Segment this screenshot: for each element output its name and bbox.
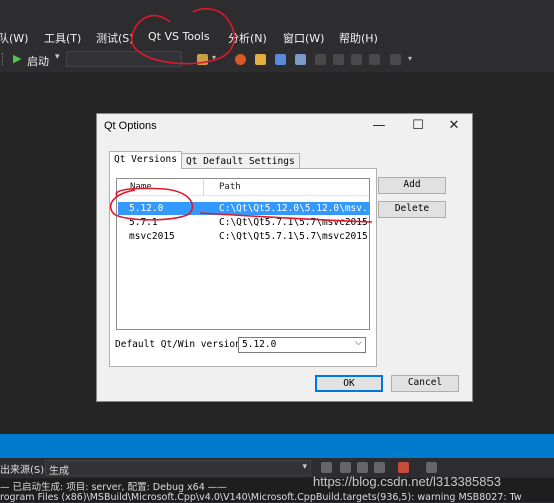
chevron-down-icon[interactable]: ▾	[302, 462, 307, 472]
cancel-button[interactable]: Cancel	[391, 375, 459, 392]
bookmark-icon[interactable]	[369, 54, 380, 65]
next-message-icon[interactable]	[357, 462, 368, 473]
qt-linguist-icon[interactable]	[275, 54, 286, 65]
table-row[interactable]: msvc2015 C:\Qt\Qt5.7.1\5.7\msvc2015	[118, 230, 369, 243]
clear-all-icon[interactable]	[398, 462, 409, 473]
qt-options-dialog: Qt Options — ☐ ✕ Qt Versions Qt Default …	[96, 113, 473, 402]
tab-qt-versions[interactable]: Qt Versions	[109, 151, 182, 169]
ok-button[interactable]: OK	[315, 375, 383, 392]
maximize-button[interactable]: ☐	[408, 117, 428, 135]
find-message-icon[interactable]	[321, 462, 332, 473]
output-source-label: 出来源(S):	[0, 465, 48, 476]
tab-qt-default-settings[interactable]: Qt Default Settings	[181, 153, 300, 169]
version-name: 5.7.1	[129, 217, 158, 228]
up-icon[interactable]	[374, 462, 385, 473]
close-button[interactable]: ✕	[444, 117, 464, 135]
overflow-icon[interactable]: ▾	[408, 54, 412, 63]
output-source-select[interactable]: 生成 ▾	[45, 460, 311, 477]
version-path: C:\Qt\Qt5.7.1\5.7\msvc2015	[219, 231, 368, 242]
default-version-label: Default Qt/Win version:	[115, 339, 247, 350]
version-name: 5.12.0	[129, 203, 164, 214]
tool-window-tabs	[0, 434, 554, 458]
version-path: C:\Qt\Qt5.7.1\5.7\msvc2015	[219, 217, 368, 228]
toolbar-grip	[2, 53, 8, 65]
start-dropdown-icon[interactable]: ▾	[55, 52, 60, 62]
folder-icon[interactable]	[197, 54, 208, 65]
menu-test[interactable]: 测试(S)	[96, 30, 134, 46]
table-row[interactable]: 5.7.1 C:\Qt\Qt5.7.1\5.7\msvc2015	[118, 216, 369, 229]
menu-tools[interactable]: 工具(T)	[44, 30, 81, 46]
output-source-value: 生成	[49, 466, 69, 477]
menu-qt-vs-tools[interactable]: Qt VS Tools	[148, 30, 210, 43]
versions-table[interactable]: Name Path 5.12.0 C:\Qt\Qt5.12.0\5.12.0\m…	[116, 178, 370, 330]
output-line: rogram Files (x86)\MSBuild\Microsoft.Cpp…	[0, 492, 522, 503]
chevron-down-icon[interactable]: ⌵	[355, 338, 362, 348]
add-button[interactable]: Add	[378, 177, 446, 194]
default-version-value: 5.12.0	[242, 339, 277, 350]
delete-button[interactable]: Delete	[378, 201, 446, 218]
start-button[interactable]: 启动	[27, 53, 49, 69]
menu-window[interactable]: 窗口(W)	[283, 30, 324, 46]
output-line: — 已启动生成: 项目: server, 配置: Debug x64 ——	[0, 482, 227, 493]
watermark: https://blog.csdn.net/l313385853	[313, 474, 501, 489]
version-name: msvc2015	[129, 231, 175, 242]
menu-help[interactable]: 帮助(H)	[339, 30, 378, 46]
column-header-name[interactable]: Name	[130, 182, 152, 192]
header-separator	[117, 195, 369, 196]
config-combo[interactable]	[66, 51, 182, 67]
qt-build-icon[interactable]	[235, 54, 246, 65]
folder-dropdown-icon[interactable]: ▾	[212, 53, 216, 62]
word-wrap-icon[interactable]	[426, 462, 437, 473]
table-row[interactable]: 5.12.0 C:\Qt\Qt5.12.0\5.12.0\msv...	[118, 202, 369, 215]
default-version-select[interactable]: 5.12.0 ⌵	[238, 337, 366, 353]
step-out-icon[interactable]	[351, 54, 362, 65]
dialog-title: Qt Options	[104, 120, 157, 132]
menu-bar: 队(W) 工具(T) 测试(S) Qt VS Tools 分析(N) 窗口(W)…	[0, 26, 554, 48]
column-header-path[interactable]: Path	[219, 182, 241, 192]
menu-team[interactable]: 队(W)	[0, 30, 28, 46]
menu-analyze[interactable]: 分析(N)	[228, 30, 267, 46]
qt-options-icon[interactable]	[295, 54, 306, 65]
qt-designer-icon[interactable]	[255, 54, 266, 65]
comment-icon[interactable]	[390, 54, 401, 65]
toolbar: ▶ 启动 ▾ ▾ ▾	[0, 48, 554, 72]
step-icon[interactable]	[315, 54, 326, 65]
qt-versions-panel: Name Path 5.12.0 C:\Qt\Qt5.12.0\5.12.0\m…	[109, 168, 377, 367]
version-path: C:\Qt\Qt5.12.0\5.12.0\msv...	[219, 203, 370, 214]
play-icon[interactable]: ▶	[13, 52, 21, 65]
prev-message-icon[interactable]	[340, 462, 351, 473]
minimize-button[interactable]: —	[369, 117, 389, 135]
step-over-icon[interactable]	[333, 54, 344, 65]
column-divider[interactable]	[203, 179, 204, 195]
